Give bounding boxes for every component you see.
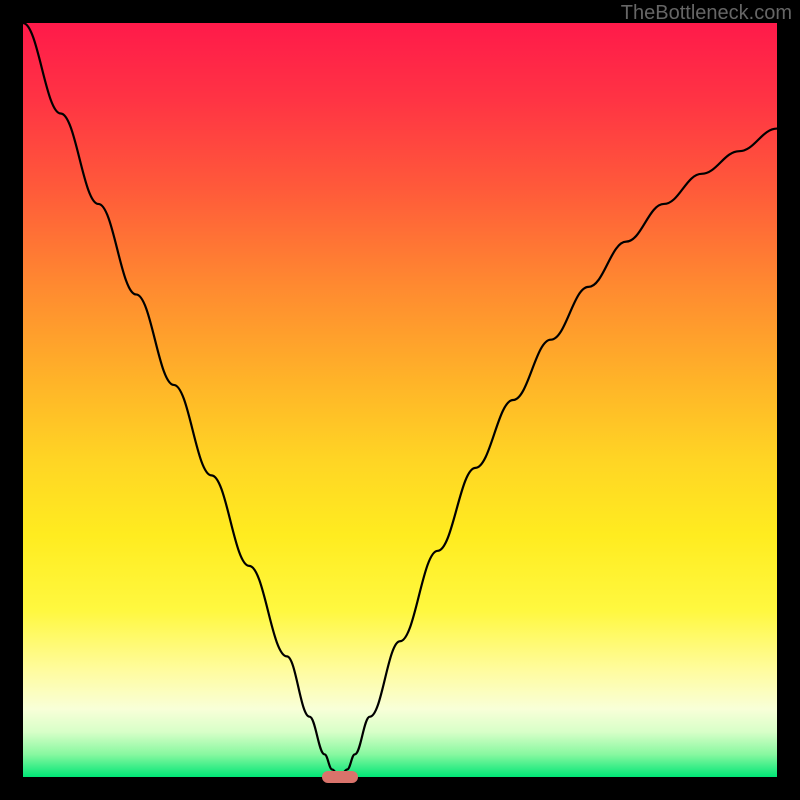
chart-area [23,23,777,777]
optimal-marker [322,771,358,783]
watermark-text: TheBottleneck.com [621,2,792,25]
bottleneck-curve [23,23,777,777]
